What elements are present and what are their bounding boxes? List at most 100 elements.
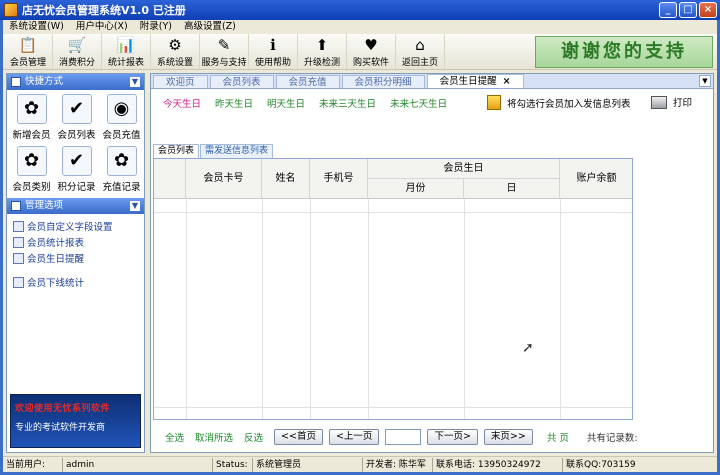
buy-software-label: 购买软件 — [352, 58, 389, 68]
quick-label: 充值记录 — [102, 182, 141, 193]
checkbox-col-header[interactable] — [154, 159, 186, 199]
prev-page-button[interactable]: <上一页 — [328, 429, 380, 445]
member-manage-button[interactable]: 📋 会员管理 — [4, 34, 53, 69]
app-icon — [4, 3, 18, 17]
consume-points-label: 消费积分 — [58, 58, 95, 68]
member-list-icon: ✔ — [61, 94, 92, 124]
ad-title: 欢迎使用无忧系列软件 — [15, 404, 111, 414]
tab-label: 欢迎页 — [166, 77, 195, 88]
thanks-banner: 谢谢您的支持 — [535, 36, 713, 68]
add-sms-label: 将勾选行会员加入发信息列表 — [507, 98, 631, 110]
mgmt-list: 会员自定义字段设置 会员统计报表 会员生日提醒 会员下线统计 — [7, 214, 144, 290]
last-page-button[interactable]: 末页>> — [483, 429, 533, 445]
deselect-link[interactable]: 取消所选 — [195, 430, 233, 444]
subtab-sms-list[interactable]: 需发送信息列表 — [200, 144, 274, 158]
member-manage-icon: 📋 — [18, 36, 38, 54]
quick-member-list[interactable]: ✔ 会员列表 — [54, 92, 99, 144]
status-user-label: 当前用户: — [3, 457, 63, 472]
upgrade-check-button[interactable]: ⬆ 升级检测 — [298, 34, 347, 69]
help-button[interactable]: ℹ 使用帮助 — [249, 34, 298, 69]
sidebar: 快捷方式 ▼ ✿ 新增会员 ✔ 会员列表 ◉ 会员充值 ✿ 会员类别 ✔ 积分记录 ✿ 充值记录 管理… — [6, 73, 145, 453]
tab-label: 会员积分明细 — [354, 77, 412, 88]
status-qq: 联系QQ:703159 — [566, 459, 636, 470]
status-user: admin — [63, 457, 213, 472]
mgmt-member-stats[interactable]: 会员统计报表 — [13, 234, 144, 250]
grid-line — [464, 199, 465, 419]
collapse-arrow-icon[interactable]: ▼ — [130, 77, 140, 87]
next-page-button[interactable]: 下一页> — [427, 429, 478, 445]
stats-report-button[interactable]: 📊 统计报表 — [102, 34, 151, 69]
quick-recharge-record[interactable]: ✿ 充值记录 — [99, 144, 144, 196]
mgmt-custom-fields[interactable]: 会员自定义字段设置 — [13, 218, 144, 234]
select-all-link[interactable]: 全选 — [165, 430, 184, 444]
system-settings-button[interactable]: ⚙ 系统设置 — [151, 34, 200, 69]
upgrade-check-icon: ⬆ — [315, 36, 329, 54]
member-category-icon: ✿ — [16, 146, 47, 176]
menu-user-center[interactable]: 用户中心(X) — [70, 20, 134, 34]
subtab-strip: 会员列表 需发送信息列表 — [153, 144, 274, 158]
quick-label: 会员列表 — [57, 130, 96, 141]
menu-advanced-settings[interactable]: 高级设置(Z) — [178, 20, 242, 34]
quick-points-record[interactable]: ✔ 积分记录 — [54, 144, 99, 196]
filter-0[interactable]: 今天生日 — [163, 96, 201, 110]
system-settings-icon: ⚙ — [168, 36, 182, 54]
home-button[interactable]: ⌂ 返回主页 — [396, 34, 445, 69]
quick-member-category[interactable]: ✿ 会员类别 — [9, 144, 54, 196]
maximize-button[interactable]: □ — [679, 2, 697, 18]
member-manage-label: 会员管理 — [9, 58, 46, 68]
tab-close-icon[interactable]: × — [503, 76, 511, 87]
first-page-button[interactable]: <<首页 — [274, 429, 323, 445]
ad-banner[interactable]: 欢迎使用无忧系列软件 专业的考试软件开发商 — [10, 394, 141, 448]
quick-add-member[interactable]: ✿ 新增会员 — [9, 92, 54, 144]
header-month[interactable]: 月份 — [368, 179, 464, 199]
tab-4[interactable]: 会员生日提醒 × — [426, 74, 524, 88]
tab-label: 会员充值 — [288, 77, 327, 88]
quick-member-recharge[interactable]: ◉ 会员充值 — [99, 92, 144, 144]
buy-software-button[interactable]: ♥ 购买软件 — [347, 34, 396, 69]
mgmt-panel-header[interactable]: 管理选项 ▼ — [7, 198, 144, 214]
total-pages: 共 页 — [546, 433, 569, 444]
header-card-no[interactable]: 会员卡号 — [186, 159, 262, 199]
consume-points-icon: 🛒 — [67, 36, 87, 54]
member-grid[interactable]: 会员卡号 姓名 手机号 会员生日 月份 日 账户余额 ➚ — [153, 158, 633, 420]
minimize-button[interactable]: _ — [659, 2, 677, 18]
print-button[interactable]: 打印 — [651, 95, 692, 109]
page-number-input[interactable] — [385, 429, 422, 445]
collapse-arrow-icon[interactable]: ▼ — [130, 201, 140, 211]
header-phone[interactable]: 手机号 — [310, 159, 368, 199]
tab-menu-icon[interactable]: ▼ — [699, 75, 711, 87]
buy-software-icon: ♥ — [364, 36, 378, 54]
menu-system-settings[interactable]: 系统设置(W) — [3, 20, 70, 34]
filter-1[interactable]: 昨天生日 — [215, 96, 253, 110]
filter-2[interactable]: 明天生日 — [267, 96, 305, 110]
print-label: 打印 — [673, 98, 693, 109]
tab-label: 会员生日提醒 — [439, 76, 497, 87]
header-name[interactable]: 姓名 — [262, 159, 310, 199]
tab-0[interactable]: 欢迎页 — [153, 75, 208, 88]
quick-panel-header[interactable]: 快捷方式 ▼ — [7, 74, 144, 90]
message-icon — [487, 95, 501, 110]
tab-2[interactable]: 会员充值 — [275, 75, 340, 88]
panel-icon — [11, 77, 21, 87]
service-support-button[interactable]: ✎ 服务与支持 — [200, 34, 249, 69]
tab-3[interactable]: 会员积分明细 — [341, 75, 425, 88]
subtab-member-list[interactable]: 会员列表 — [153, 144, 200, 158]
quick-grid: ✿ 新增会员 ✔ 会员列表 ◉ 会员充值 ✿ 会员类别 ✔ 积分记录 ✿ 充值记录 — [7, 90, 144, 196]
status-role: 系统管理员 — [253, 457, 363, 472]
grid-line — [154, 407, 632, 408]
invert-selection-link[interactable]: 反选 — [244, 430, 263, 444]
close-button[interactable]: × — [699, 2, 717, 18]
menu-appendix[interactable]: 附录(Y) — [134, 20, 178, 34]
tab-1[interactable]: 会员列表 — [209, 75, 274, 88]
member-recharge-icon: ◉ — [106, 94, 137, 124]
header-day[interactable]: 日 — [464, 179, 560, 199]
pager: 全选 取消所选 反选 <<首页 <上一页 下一页> 末页>> 共 页 共有记录数… — [151, 426, 715, 448]
header-balance[interactable]: 账户余额 — [560, 159, 632, 199]
printer-icon — [651, 95, 667, 109]
filter-4[interactable]: 未来七天生日 — [390, 96, 447, 110]
mgmt-birthday-reminder[interactable]: 会员生日提醒 — [13, 250, 144, 266]
consume-points-button[interactable]: 🛒 消费积分 — [53, 34, 102, 69]
filter-3[interactable]: 未来三天生日 — [319, 96, 376, 110]
mgmt-downline-stats[interactable]: 会员下线统计 — [13, 274, 144, 290]
add-to-sms-list-button[interactable]: 将勾选行会员加入发信息列表 — [487, 95, 631, 110]
